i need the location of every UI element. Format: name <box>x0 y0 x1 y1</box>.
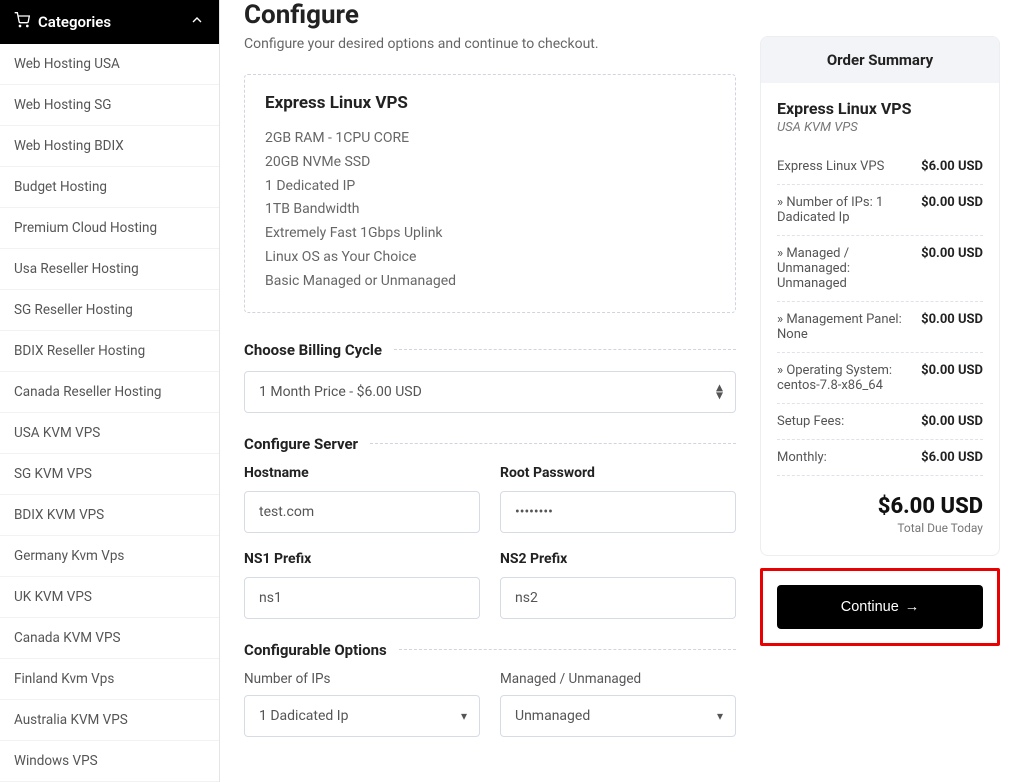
summary-plan-sub: USA KVM VPS <box>777 120 983 135</box>
spec-line: Extremely Fast 1Gbps Uplink <box>265 222 715 246</box>
categories-list: Web Hosting USA Web Hosting SG Web Hosti… <box>0 44 219 782</box>
order-summary-title: Order Summary <box>761 37 999 83</box>
sidebar: Categories Web Hosting USA Web Hosting S… <box>0 0 220 782</box>
sidebar-item[interactable]: BDIX Reseller Hosting <box>0 331 219 372</box>
form-column: Configure Configure your desired options… <box>244 0 736 737</box>
sidebar-item[interactable]: Canada KVM VPS <box>0 618 219 659</box>
categories-label: Categories <box>38 13 111 31</box>
page-subtitle: Configure your desired options and conti… <box>244 36 736 52</box>
order-summary-card: Order Summary Express Linux VPS USA KVM … <box>760 36 1000 556</box>
summary-line: Express Linux VPS $6.00 USD <box>777 149 983 185</box>
summary-line: Setup Fees: $0.00 USD <box>777 404 983 440</box>
continue-button[interactable]: Continue → <box>777 585 983 629</box>
cart-icon <box>14 12 30 32</box>
ns2-label: NS2 Prefix <box>500 551 736 567</box>
continue-label: Continue <box>841 599 899 615</box>
main: Configure Configure your desired options… <box>220 0 1024 782</box>
managed-select[interactable]: Unmanaged <box>501 696 735 736</box>
order-summary-column: Order Summary Express Linux VPS USA KVM … <box>760 36 1000 646</box>
spec-line: 1 Dedicated IP <box>265 175 715 199</box>
product-specs: 2GB RAM - 1CPU CORE 20GB NVMe SSD 1 Dedi… <box>265 127 715 294</box>
summary-total-amount: $6.00 USD <box>777 494 983 519</box>
chevron-up-icon <box>189 12 205 32</box>
summary-total: $6.00 USD Total Due Today <box>777 494 983 535</box>
summary-line: » Management Panel: None $0.00 USD <box>777 302 983 353</box>
sidebar-item[interactable]: SG Reseller Hosting <box>0 290 219 331</box>
spec-line: 1TB Bandwidth <box>265 198 715 222</box>
section-options: Configurable Options <box>244 641 736 659</box>
spec-line: 20GB NVMe SSD <box>265 151 715 175</box>
section-billing: Choose Billing Cycle <box>244 341 736 359</box>
arrow-right-icon: → <box>905 599 920 615</box>
sidebar-item[interactable]: BDIX KVM VPS <box>0 495 219 536</box>
sidebar-item[interactable]: Web Hosting USA <box>0 44 219 85</box>
summary-line: » Operating System: centos-7.8-x86_64 $0… <box>777 353 983 404</box>
ips-label: Number of IPs <box>244 671 480 687</box>
hostname-label: Hostname <box>244 465 480 481</box>
rootpw-label: Root Password <box>500 465 736 481</box>
spec-line: 2GB RAM - 1CPU CORE <box>265 127 715 151</box>
sidebar-item[interactable]: Windows VPS <box>0 741 219 782</box>
section-server: Configure Server <box>244 435 736 453</box>
summary-line: » Managed / Unmanaged: Unmanaged $0.00 U… <box>777 236 983 302</box>
product-name: Express Linux VPS <box>265 93 715 113</box>
sidebar-item[interactable]: Finland Kvm Vps <box>0 659 219 700</box>
sidebar-item[interactable]: Budget Hosting <box>0 167 219 208</box>
sidebar-item[interactable]: Web Hosting SG <box>0 85 219 126</box>
continue-highlight: Continue → <box>760 568 1000 646</box>
spec-line: Linux OS as Your Choice <box>265 246 715 270</box>
sidebar-item[interactable]: Germany Kvm Vps <box>0 536 219 577</box>
sidebar-item[interactable]: Canada Reseller Hosting <box>0 372 219 413</box>
categories-header[interactable]: Categories <box>0 0 219 44</box>
app-root: Categories Web Hosting USA Web Hosting S… <box>0 0 1024 782</box>
sidebar-item[interactable]: Web Hosting BDIX <box>0 126 219 167</box>
summary-plan-name: Express Linux VPS <box>777 99 983 118</box>
section-options-label: Configurable Options <box>244 641 399 659</box>
managed-label: Managed / Unmanaged <box>500 671 736 687</box>
ips-select[interactable]: 1 Dadicated Ip <box>245 696 479 736</box>
summary-line: » Number of IPs: 1 Dadicated Ip $0.00 US… <box>777 185 983 236</box>
rootpw-input[interactable] <box>501 492 735 532</box>
billing-cycle-select-wrap[interactable]: 1 Month Price - $6.00 USD ▴▾ <box>244 371 736 413</box>
page-title: Configure <box>244 0 736 30</box>
summary-line: Monthly: $6.00 USD <box>777 440 983 476</box>
sidebar-item[interactable]: Premium Cloud Hosting <box>0 208 219 249</box>
section-billing-label: Choose Billing Cycle <box>244 341 394 359</box>
summary-due-label: Total Due Today <box>777 521 983 535</box>
sidebar-item[interactable]: Australia KVM VPS <box>0 700 219 741</box>
spec-line: Basic Managed or Unmanaged <box>265 270 715 294</box>
hostname-input[interactable] <box>245 492 479 532</box>
section-server-label: Configure Server <box>244 435 370 453</box>
sidebar-item[interactable]: UK KVM VPS <box>0 577 219 618</box>
sidebar-item[interactable]: SG KVM VPS <box>0 454 219 495</box>
ns1-label: NS1 Prefix <box>244 551 480 567</box>
product-box: Express Linux VPS 2GB RAM - 1CPU CORE 20… <box>244 74 736 313</box>
billing-cycle-select[interactable]: 1 Month Price - $6.00 USD <box>245 372 735 412</box>
ns1-input[interactable] <box>245 578 479 618</box>
ns2-input[interactable] <box>501 578 735 618</box>
sidebar-item[interactable]: Usa Reseller Hosting <box>0 249 219 290</box>
sidebar-item[interactable]: USA KVM VPS <box>0 413 219 454</box>
